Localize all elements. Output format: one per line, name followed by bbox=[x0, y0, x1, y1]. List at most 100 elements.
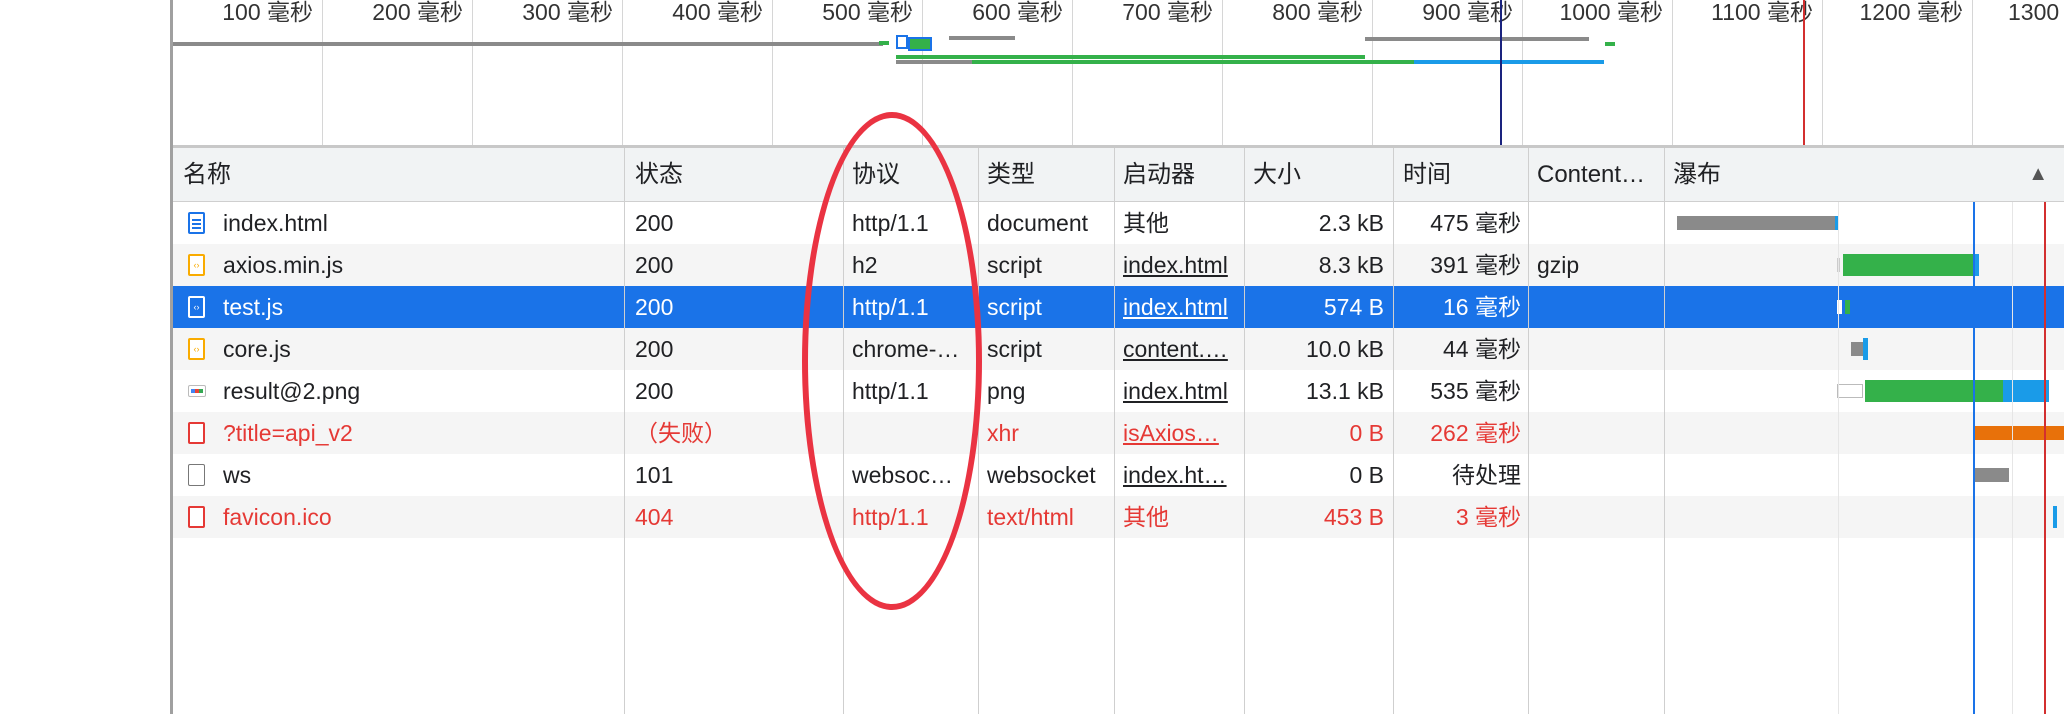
column-divider[interactable] bbox=[1664, 148, 1665, 714]
waterfall-bar bbox=[1974, 426, 2064, 440]
overview-tick-label: 400 毫秒 bbox=[672, 0, 763, 25]
table-row[interactable]: ?title=api_v2 （失败） xhr isAxios… 0 B 262 … bbox=[173, 412, 2064, 454]
column-divider[interactable] bbox=[1244, 148, 1245, 714]
cell-type: websocket bbox=[987, 462, 1096, 488]
cell-content-encoding bbox=[1537, 454, 1659, 496]
column-header-initiator[interactable]: 启动器 bbox=[1123, 148, 1243, 201]
table-row[interactable]: index.html 200 http/1.1 document 其他 2.3 … bbox=[173, 202, 2064, 244]
column-header-name[interactable]: 名称 bbox=[183, 148, 613, 201]
cell-type: script bbox=[987, 294, 1042, 320]
cell-status: 101 bbox=[635, 462, 674, 488]
cell-time: 475 毫秒 bbox=[1430, 210, 1521, 236]
table-row-selected[interactable]: test.js 200 http/1.1 script index.html 5… bbox=[173, 286, 2064, 328]
column-divider[interactable] bbox=[1393, 148, 1394, 714]
overview-gridline bbox=[1822, 0, 1823, 147]
overview-tick-label: 500 毫秒 bbox=[822, 0, 913, 25]
cell-protocol: http/1.1 bbox=[852, 504, 929, 530]
error-icon bbox=[188, 506, 205, 528]
overview-request-bar bbox=[896, 55, 1211, 59]
initiator-link[interactable]: content.… bbox=[1123, 328, 1245, 370]
cell-status: （失败） bbox=[635, 420, 727, 446]
sort-ascending-icon[interactable]: ▲ bbox=[2028, 148, 2048, 201]
overview-request-bar bbox=[949, 36, 1015, 40]
cell-status: 404 bbox=[635, 504, 674, 530]
cell-name: index.html bbox=[223, 210, 328, 236]
overview-tick-label: 1300 bbox=[2008, 0, 2060, 25]
column-header-size[interactable]: 大小 bbox=[1253, 148, 1383, 201]
waterfall-bar bbox=[1845, 300, 1850, 314]
overview-domcontentloaded-line bbox=[1500, 0, 1502, 147]
initiator-link[interactable]: index.ht… bbox=[1123, 454, 1245, 496]
initiator-link[interactable]: index.html bbox=[1123, 286, 1245, 328]
cell-time: 待处理 bbox=[1452, 462, 1521, 488]
column-header-time[interactable]: 时间 bbox=[1403, 148, 1523, 201]
overview-gridline bbox=[1972, 0, 1973, 147]
overview-selection-marker[interactable] bbox=[896, 35, 908, 49]
table-header: 名称 状态 协议 类型 启动器 大小 时间 Content… 瀑布 ▲ bbox=[173, 148, 2064, 202]
cell-content-encoding bbox=[1537, 328, 1659, 370]
image-icon bbox=[188, 385, 206, 397]
cell-protocol: http/1.1 bbox=[852, 294, 929, 320]
initiator-link[interactable]: index.html bbox=[1123, 244, 1245, 286]
cell-name: favicon.ico bbox=[223, 504, 332, 530]
table-row[interactable]: result@2.png 200 http/1.1 png index.html… bbox=[173, 370, 2064, 412]
overview-tick-label: 900 毫秒 bbox=[1422, 0, 1513, 25]
cell-initiator: 其他 bbox=[1123, 210, 1169, 236]
column-header-content-encoding[interactable]: Content… bbox=[1537, 148, 1659, 201]
overview-gridline bbox=[1222, 0, 1223, 147]
table-row[interactable]: favicon.ico 404 http/1.1 text/html 其他 45… bbox=[173, 496, 2064, 538]
overview-request-bar bbox=[896, 60, 972, 64]
cell-content-encoding bbox=[1537, 496, 1659, 538]
waterfall-bar bbox=[2053, 506, 2057, 528]
cell-type: document bbox=[987, 210, 1089, 236]
waterfall-gridline bbox=[2012, 202, 2013, 714]
overview-gridline bbox=[1372, 0, 1373, 147]
cell-protocol: h2 bbox=[852, 252, 878, 278]
table-row[interactable]: ws 101 websoc… websocket index.ht… 0 B 待… bbox=[173, 454, 2064, 496]
column-divider[interactable] bbox=[978, 148, 979, 714]
cell-status: 200 bbox=[635, 252, 674, 278]
initiator-link[interactable]: index.html bbox=[1123, 370, 1245, 412]
column-divider[interactable] bbox=[843, 148, 844, 714]
cell-content-encoding bbox=[1537, 370, 1659, 412]
cell-time: 535 毫秒 bbox=[1430, 378, 1521, 404]
table-row[interactable]: core.js 200 chrome-… script content.… 10… bbox=[173, 328, 2064, 370]
cell-type: script bbox=[987, 336, 1042, 362]
overview-tick-label: 200 毫秒 bbox=[372, 0, 463, 25]
table-row[interactable]: axios.min.js 200 h2 script index.html 8.… bbox=[173, 244, 2064, 286]
cell-protocol: http/1.1 bbox=[852, 378, 929, 404]
column-header-waterfall[interactable]: 瀑布 bbox=[1673, 148, 1873, 201]
cell-protocol: http/1.1 bbox=[852, 210, 929, 236]
cell-name: result@2.png bbox=[223, 378, 361, 404]
cell-status: 200 bbox=[635, 210, 674, 236]
cell-time: 262 毫秒 bbox=[1430, 420, 1521, 446]
cell-time: 391 毫秒 bbox=[1430, 252, 1521, 278]
script-icon bbox=[188, 254, 205, 276]
script-icon bbox=[188, 338, 205, 360]
column-divider[interactable] bbox=[1528, 148, 1529, 714]
cell-initiator: 其他 bbox=[1123, 504, 1169, 530]
overview-gridline bbox=[772, 0, 773, 147]
cell-size: 0 B bbox=[1349, 420, 1384, 446]
cell-protocol: chrome-… bbox=[852, 336, 960, 362]
overview-timeline[interactable]: 100 毫秒 200 毫秒 300 毫秒 400 毫秒 500 毫秒 600 毫… bbox=[173, 0, 2064, 147]
cell-name: ws bbox=[223, 462, 252, 488]
overview-gridline bbox=[1672, 0, 1673, 147]
cell-size: 10.0 kB bbox=[1306, 336, 1384, 362]
column-divider[interactable] bbox=[624, 148, 625, 714]
waterfall-bar bbox=[2003, 380, 2049, 402]
column-header-type[interactable]: 类型 bbox=[987, 148, 1107, 201]
websocket-icon bbox=[188, 464, 205, 486]
column-header-status[interactable]: 状态 bbox=[635, 148, 835, 201]
network-request-table: 名称 状态 协议 类型 启动器 大小 时间 Content… 瀑布 ▲ inde… bbox=[173, 148, 2064, 714]
column-header-protocol[interactable]: 协议 bbox=[852, 148, 972, 201]
cell-type: script bbox=[987, 252, 1042, 278]
cell-name: test.js bbox=[223, 294, 284, 320]
waterfall-bar bbox=[1865, 380, 2003, 402]
error-icon bbox=[188, 422, 205, 444]
cell-time: 44 毫秒 bbox=[1443, 336, 1521, 362]
overview-gridline bbox=[622, 0, 623, 147]
column-divider[interactable] bbox=[1114, 148, 1115, 714]
initiator-link[interactable]: isAxios… bbox=[1123, 412, 1245, 454]
waterfall-load-line bbox=[2044, 202, 2046, 714]
